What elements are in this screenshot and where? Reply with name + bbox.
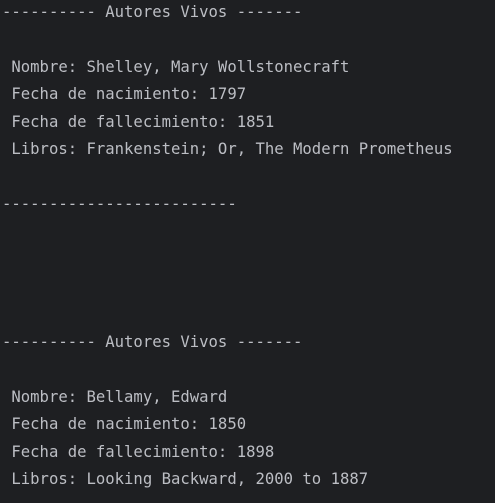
console-output[interactable]: ---------- Autores Vivos ------- Nombre:… [0, 0, 495, 503]
birth-date-line: Fecha de nacimiento: 1797 [2, 85, 247, 103]
death-date-line: Fecha de fallecimiento: 1851 [2, 113, 275, 131]
birth-date-line: Fecha de nacimiento: 1850 [2, 415, 247, 433]
block-header: ---------- Autores Vivos ------- [2, 333, 303, 351]
block-footer: ------------------------- [2, 195, 237, 213]
books-line: Libros: Frankenstein; Or, The Modern Pro… [2, 140, 453, 158]
author-name-line: Nombre: Shelley, Mary Wollstonecraft [2, 58, 350, 76]
author-name-line: Nombre: Bellamy, Edward [2, 388, 228, 406]
block-header: ---------- Autores Vivos ------- [2, 3, 303, 21]
books-line: Libros: Looking Backward, 2000 to 1887 [2, 470, 369, 488]
death-date-line: Fecha de fallecimiento: 1898 [2, 443, 275, 461]
